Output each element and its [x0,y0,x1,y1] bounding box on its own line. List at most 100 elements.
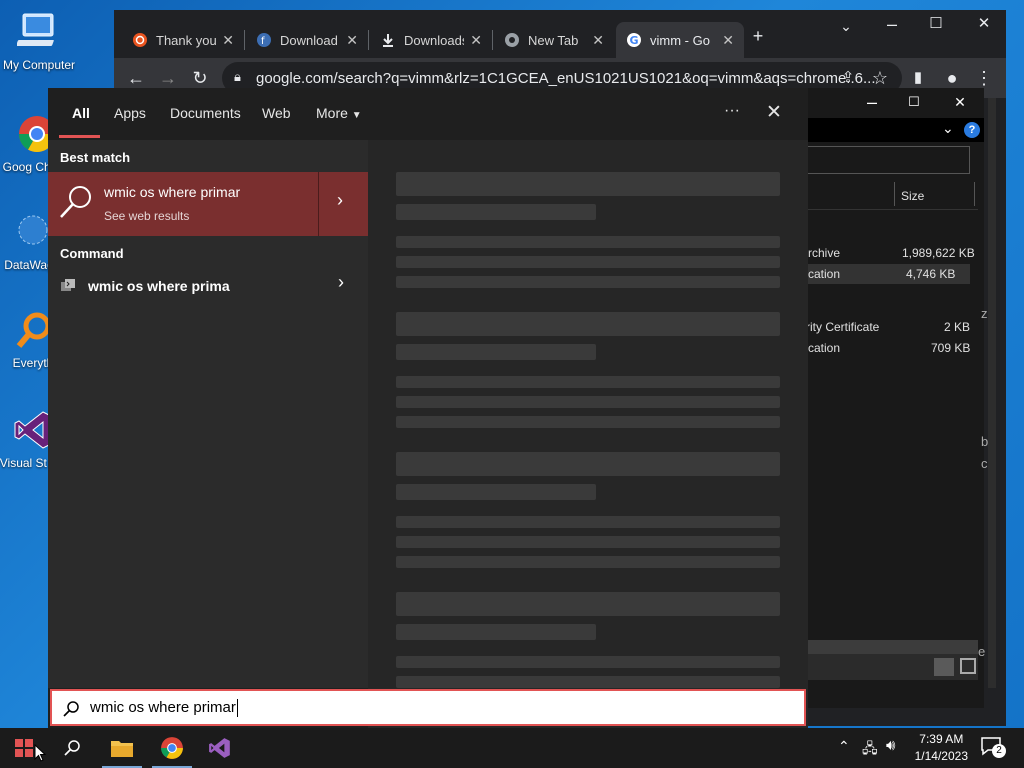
chevron-down-icon[interactable]: ⌄ [942,120,954,137]
taskbar-clock[interactable]: 7:39 AM 1/14/2023 [915,731,968,765]
taskbar-search-button[interactable] [48,728,96,768]
close-tab-icon[interactable]: ✕ [470,32,482,49]
explorer-close-icon[interactable]: ✕ [950,92,970,112]
chevron-right-icon[interactable]: › [338,272,344,293]
maximize-icon[interactable]: ☐ [926,14,946,34]
explorer-search-box[interactable] [800,146,970,174]
bookmark-star-icon[interactable]: ☆ [870,68,890,88]
tab-title: Downloads [404,32,465,48]
loading-placeholder [396,256,780,268]
cut-off-text: z [981,306,988,321]
tab-web[interactable]: Web [262,105,291,121]
vertical-scrollbar[interactable] [988,98,996,688]
file-size: 709 KB [931,341,971,355]
tab-documents[interactable]: Documents [170,105,241,121]
loading-placeholder [396,276,780,288]
more-options-icon[interactable]: ··· [724,102,740,120]
menu-kebab-icon[interactable]: ⋮ [974,68,994,88]
profile-icon[interactable]: ● [942,68,962,88]
file-size: 1,989,622 KB [902,246,975,260]
loading-placeholder [396,656,780,668]
close-tab-icon[interactable]: ✕ [346,32,358,49]
loading-placeholder [396,536,780,548]
start-button[interactable] [0,728,48,768]
close-window-icon[interactable]: ✕ [974,14,994,34]
tab-thank-you[interactable]: Thank you ✕ [122,22,244,58]
file-type: rchive [808,246,841,260]
loading-placeholder [396,624,596,640]
tab-more[interactable]: More ▼ [316,105,362,121]
close-tab-icon[interactable]: ✕ [222,32,234,49]
tab-download[interactable]: f Download ✕ [246,22,368,58]
loading-placeholder [396,416,780,428]
file-explorer-window: – ☐ ✕ ⌄ ? Size rchive 1,989,622 KB cation… [800,88,996,708]
desktop-icon-label: My Computer [2,58,76,72]
loading-placeholder [396,676,780,688]
loading-placeholder [396,484,596,500]
side-panel-icon[interactable]: ▮ [908,68,928,88]
search-query-text: wmic os where primar [90,699,236,716]
tab-divider [244,30,245,50]
horizontal-scrollbar[interactable] [800,640,978,654]
taskbar-visual-studio[interactable] [196,728,244,768]
close-tab-icon[interactable]: ✕ [722,32,734,49]
forward-icon[interactable]: → [158,68,178,88]
large-icons-view-icon[interactable] [960,658,976,674]
tab-apps[interactable]: Apps [114,105,146,121]
help-icon[interactable]: ? [964,122,980,138]
tab-title: Download [280,32,338,48]
size-column-header[interactable]: Size [901,189,924,203]
tab-vimm[interactable]: G vimm - Go ✕ [616,22,744,58]
text-caret [236,698,238,717]
explorer-minimize-icon[interactable]: – [862,92,882,112]
command-result[interactable]: wmic os where prima › [48,268,368,304]
lock-icon: 🔒︎ [234,69,241,84]
loading-placeholder [396,344,596,360]
new-tab-icon[interactable]: + [748,26,768,46]
fedora-icon: f [257,33,271,47]
file-row-selected[interactable]: cation 4,746 KB [800,264,970,284]
taskbar-file-explorer[interactable] [98,728,146,768]
tab-divider [492,30,493,50]
volume-icon[interactable]: 🔊︎ [886,737,895,754]
search-filter-tabs: All Apps Documents Web More ▼ ··· ✕ [48,88,808,140]
taskbar-chrome[interactable] [148,728,196,768]
loading-placeholder [396,312,780,336]
minimize-icon[interactable]: – [882,14,902,34]
tab-search-chevron-icon[interactable]: ⌄ [836,16,856,36]
loading-placeholder [396,592,780,616]
tab-all[interactable]: All [72,105,90,121]
desktop-icon-my-computer[interactable]: My Computer [0,10,78,72]
folder-icon [111,741,133,757]
best-match-result[interactable]: wmic os where primar See web results › [48,172,368,236]
share-icon[interactable]: ⇪ [838,68,858,88]
datawag-icon [7,210,51,254]
clock-date: 1/14/2023 [914,749,968,763]
tab-downloads[interactable]: Downloads ✕ [370,22,492,58]
url-text: google.com/search?q=vimm&rlz=1C1GCEA_enU… [256,69,876,87]
file-size: 2 KB [944,320,971,334]
caret-down-icon: ▼ [351,110,362,121]
reload-icon[interactable]: ↻ [190,68,210,88]
google-icon: G [627,33,641,47]
download-icon [383,34,393,47]
file-type: cation [808,341,841,355]
open-web-results-button[interactable]: › [318,172,368,236]
file-size: 4,746 KB [906,267,956,281]
show-hidden-icons-chevron-icon[interactable]: ⌃ [838,738,850,755]
loading-placeholder [396,236,780,248]
best-match-heading: Best match [60,150,131,165]
loading-placeholder [396,172,780,196]
results-pane: Best match wmic os where primar See web … [48,140,368,688]
tab-new-tab[interactable]: New Tab ✕ [494,22,614,58]
loading-placeholder [396,556,780,568]
search-input[interactable]: wmic os where primar [50,689,806,726]
network-icon[interactable]: 🖧︎ [862,738,878,762]
close-icon[interactable]: ✕ [766,101,782,124]
close-tab-icon[interactable]: ✕ [592,32,604,49]
notification-center-button[interactable]: 2 [980,736,1008,760]
column-divider [974,182,975,206]
explorer-maximize-icon[interactable]: ☐ [904,92,924,112]
back-icon[interactable]: ← [126,68,146,88]
details-view-icon[interactable] [934,658,954,676]
